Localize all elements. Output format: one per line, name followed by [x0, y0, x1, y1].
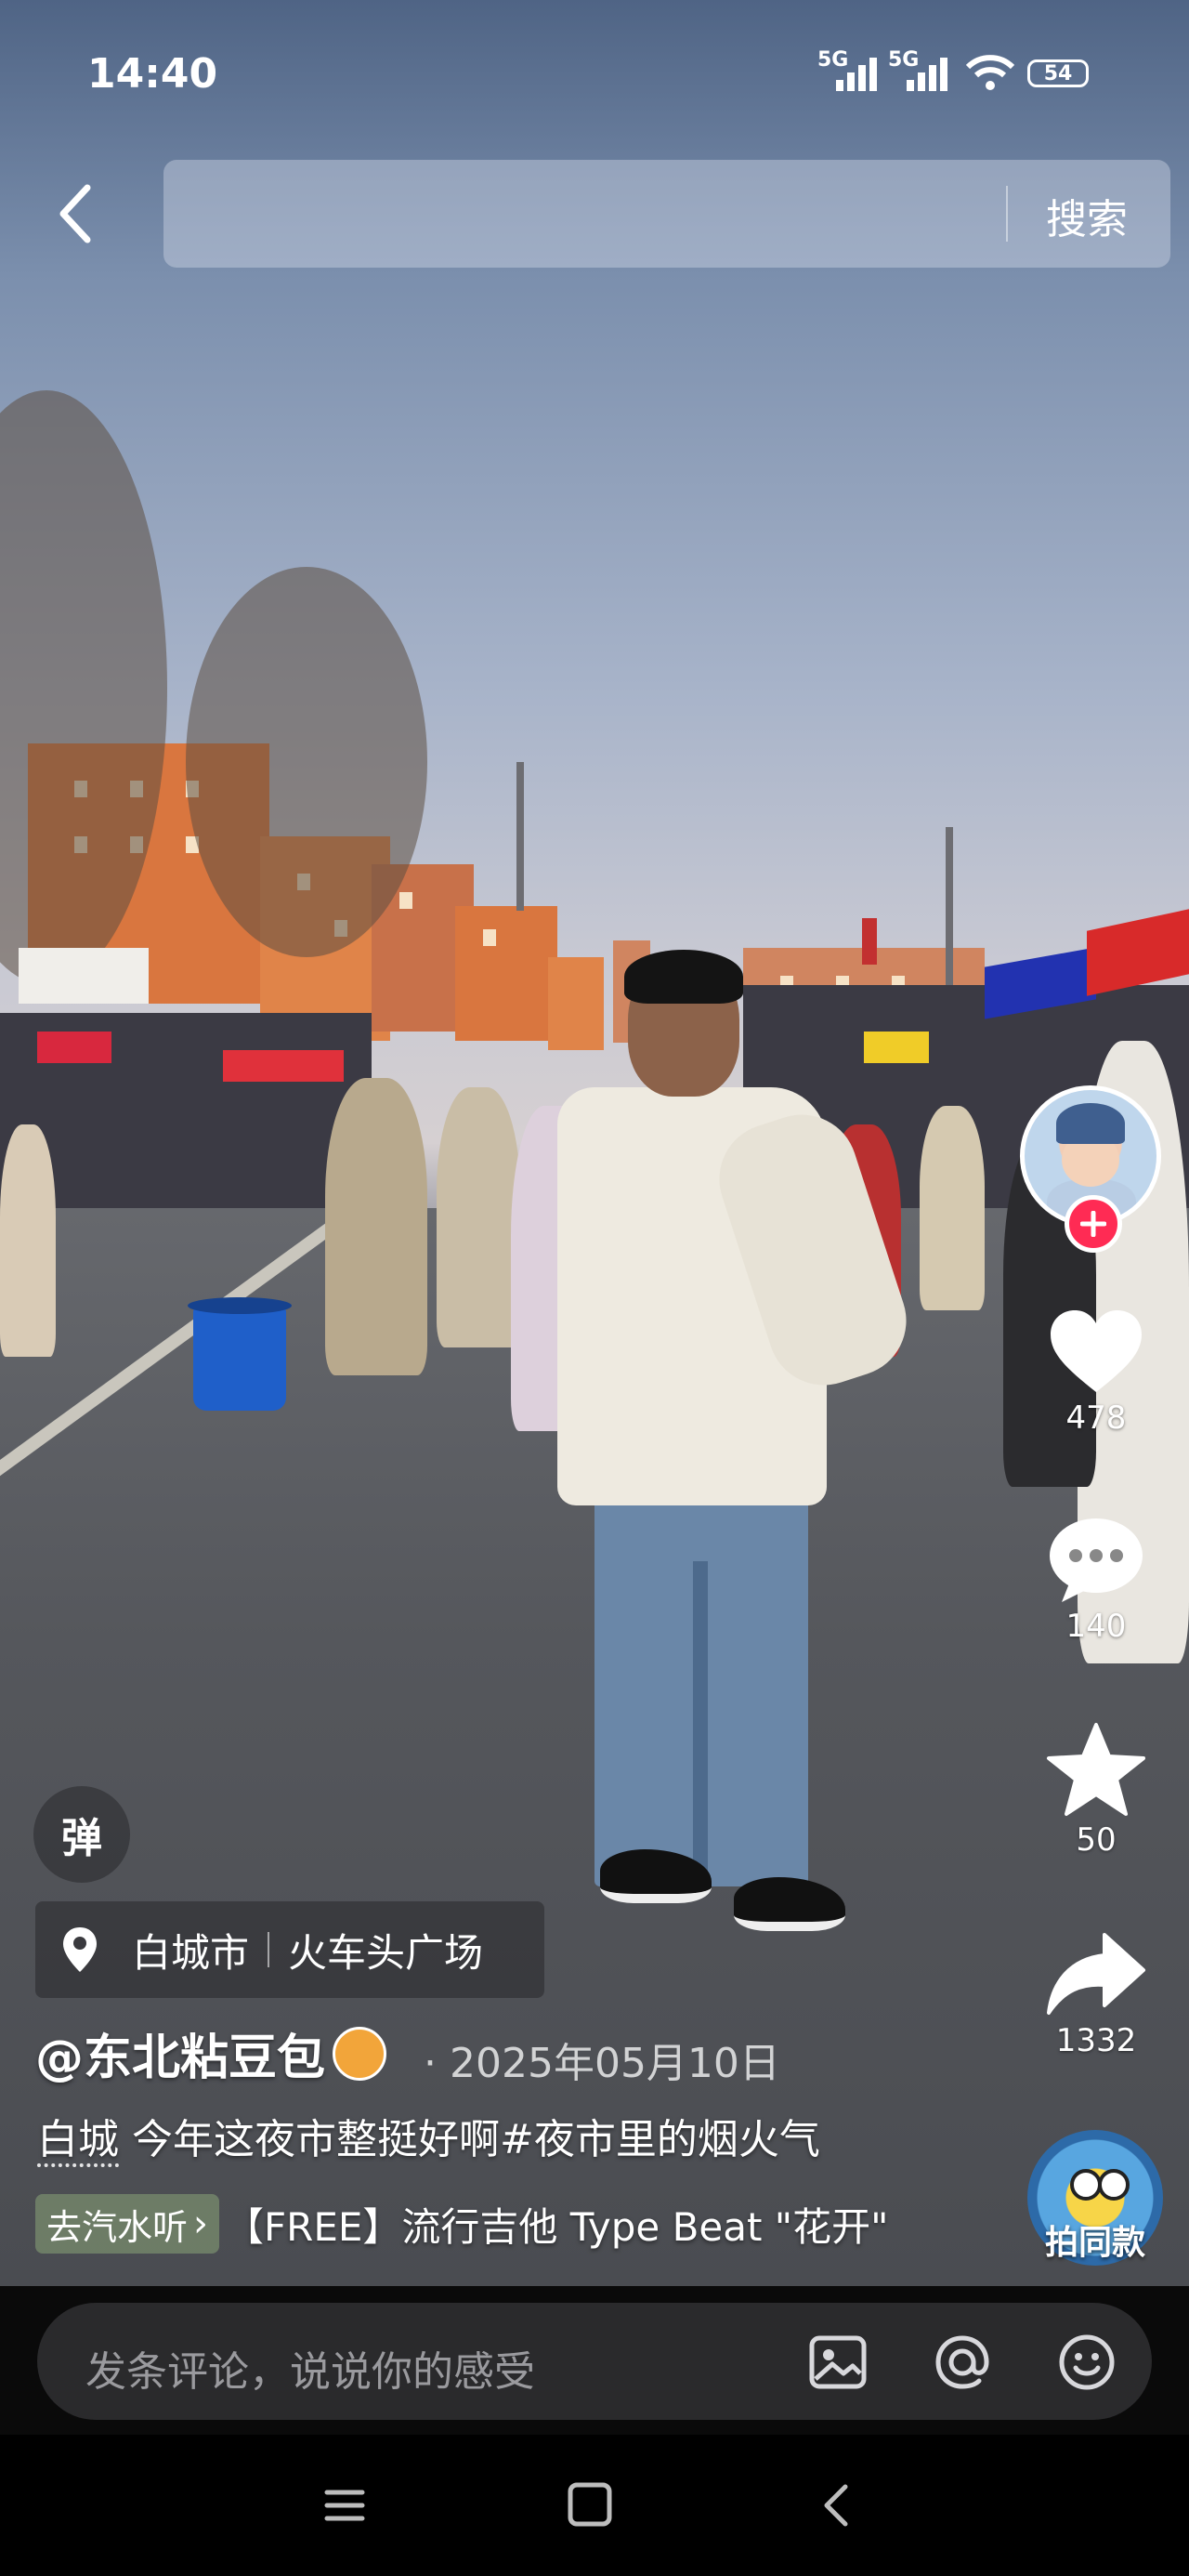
danmaku-label: 弹 — [61, 1815, 102, 1862]
radio-tower — [516, 762, 524, 911]
favorite-count: 50 — [1076, 1821, 1117, 1859]
street-lamp — [946, 827, 953, 985]
caption-highlight[interactable]: 白城 — [37, 2116, 119, 2167]
menu-icon[interactable] — [312, 2477, 377, 2533]
stall-sign — [1087, 909, 1189, 996]
image-icon[interactable] — [804, 2329, 871, 2396]
stall-sign — [864, 1032, 929, 1063]
share-icon — [1047, 1933, 1145, 2015]
danmaku-toggle[interactable]: 弹 — [33, 1786, 130, 1883]
window — [399, 892, 412, 909]
back-icon[interactable] — [804, 2477, 869, 2533]
location-tag[interactable]: 白城市 火车头广场 — [35, 1901, 544, 1998]
author-badge-icon — [333, 2026, 387, 2081]
share-count: 1332 — [1055, 2022, 1137, 2059]
status-time: 14:40 — [87, 50, 218, 98]
like-count: 478 — [1065, 1400, 1127, 1437]
comment-icon — [1050, 1518, 1143, 1602]
emoji-icon[interactable] — [1053, 2329, 1120, 2396]
favorite-button[interactable]: 50 — [1031, 1721, 1161, 1859]
location-divider — [268, 1932, 270, 1967]
tree — [186, 567, 427, 957]
blue-bucket — [188, 1297, 292, 1411]
building — [455, 906, 557, 1041]
building — [548, 957, 604, 1050]
search-divider — [1006, 186, 1008, 242]
search-bar[interactable]: 搜索 — [163, 160, 1170, 268]
system-nav-bar — [0, 2435, 1189, 2576]
share-button[interactable]: 1332 — [1031, 1929, 1161, 2059]
stall-sign — [223, 1050, 344, 1082]
wifi-icon — [966, 55, 1014, 90]
battery-icon: 54 — [1027, 59, 1089, 87]
open-in-qishui-button[interactable]: 去汽水听 › — [35, 2194, 220, 2254]
status-bar: 14:40 5G 5G 54 — [0, 0, 1189, 149]
location-city: 白城市 — [132, 1929, 250, 1976]
search-button[interactable]: 搜索 — [1046, 186, 1128, 245]
at-icon[interactable] — [929, 2329, 996, 2396]
man-jeans — [594, 1487, 808, 1886]
comment-button[interactable]: 140 — [1031, 1515, 1161, 1645]
home-icon[interactable] — [557, 2477, 622, 2533]
like-button[interactable]: 478 — [1031, 1307, 1161, 1437]
back-arrow-icon — [59, 184, 91, 243]
comment-count: 140 — [1065, 1608, 1127, 1645]
person — [437, 1087, 520, 1347]
disc-eye — [1098, 2169, 1130, 2201]
caption-text: 今年这夜市整挺好啊#夜市里的烟火气 — [119, 2116, 820, 2163]
plus-icon — [1080, 1211, 1106, 1237]
chevron-right-icon: › — [193, 2202, 209, 2245]
location-place: 火车头广场 — [288, 1929, 484, 1976]
use-sound-button[interactable]: 拍同款 — [1027, 2215, 1163, 2264]
heart-icon — [1051, 1310, 1142, 1392]
battery-level: 54 — [1043, 61, 1073, 85]
music-row[interactable]: 去汽水听 › 【FREE】流行吉他 Type Beat "花开" — [35, 2193, 888, 2254]
person — [0, 1124, 56, 1357]
person — [920, 1106, 985, 1310]
follow-button[interactable] — [1065, 1195, 1122, 1253]
location-pin-icon — [63, 1927, 97, 1972]
avatar-hat — [1056, 1103, 1125, 1144]
music-title[interactable]: 【FREE】流行吉他 Type Beat "花开" — [225, 2196, 888, 2253]
comment-placeholder: 发条评论，说说你的感受 — [85, 2348, 535, 2396]
stall-sign — [37, 1032, 111, 1063]
music-chip-label: 去汽水听 — [46, 2206, 189, 2248]
video-caption[interactable]: 白城 今年这夜市整挺好啊#夜市里的烟火气 — [37, 2106, 820, 2167]
stall-sign — [19, 948, 149, 1004]
person — [325, 1078, 427, 1375]
disc-eye — [1070, 2169, 1102, 2201]
comment-input[interactable]: 发条评论，说说你的感受 — [37, 2303, 1152, 2420]
window — [483, 929, 496, 946]
back-button[interactable] — [48, 177, 104, 251]
signal-icon — [907, 54, 953, 91]
post-date: · 2025年05月10日 — [424, 2040, 780, 2087]
author-name[interactable]: @东北粘豆包 — [35, 2018, 325, 2088]
flag — [862, 918, 877, 965]
man-hair — [624, 950, 743, 1004]
signal-icon — [836, 54, 882, 91]
star-icon — [1047, 1723, 1145, 1816]
author-row[interactable]: @东北粘豆包 — [35, 2018, 387, 2088]
video-feed-screen: 14:40 5G 5G 54 搜索 478 140 50 1332 拍同款 弹 … — [0, 0, 1189, 2576]
